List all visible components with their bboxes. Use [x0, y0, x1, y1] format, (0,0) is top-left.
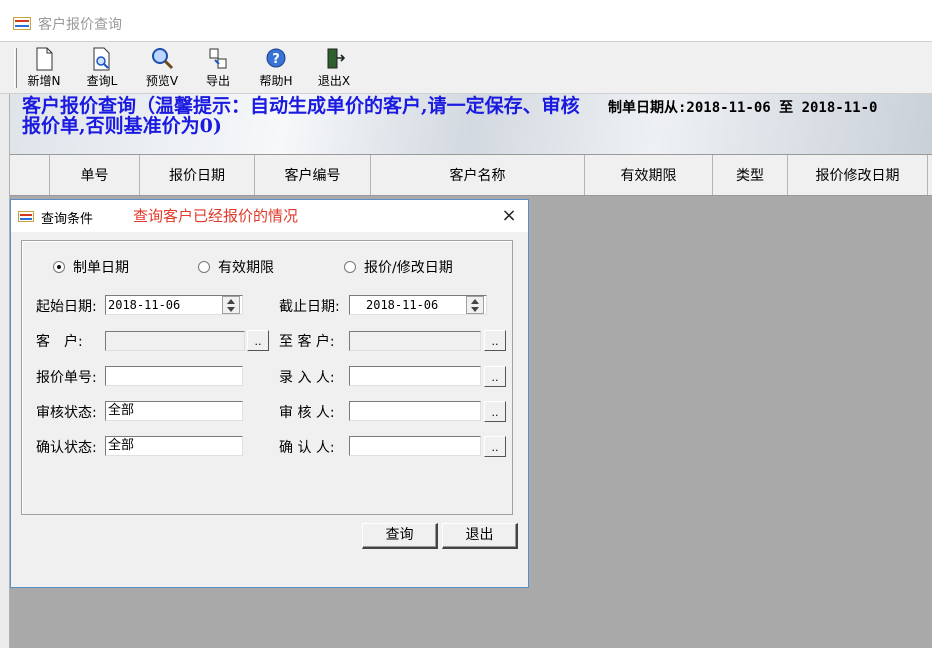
audit-status-label: 审核状态:	[36, 405, 97, 421]
entry-person-browse-button[interactable]: ..	[484, 366, 506, 387]
exit-button-label: 退出X	[317, 74, 351, 88]
preview-button[interactable]: 预览V	[140, 46, 184, 92]
close-icon[interactable]: ×	[495, 204, 523, 228]
page-title: 客户报价查询（温馨提示：自动生成单价的客户,请一定保存、审核报价单,否则基准价为…	[22, 95, 580, 137]
to-customer-label: 至 客 户:	[279, 334, 335, 350]
customer-browse-button[interactable]: ..	[247, 330, 269, 351]
help-icon: ?	[266, 48, 286, 68]
quote-number-label: 报价单号:	[36, 370, 97, 386]
help-button[interactable]: ? 帮助H	[254, 46, 298, 92]
dialog-title: 查询条件	[41, 212, 94, 227]
help-button-label: 帮助H	[259, 74, 293, 88]
radio-valid-period-label: 有效期限	[218, 260, 274, 276]
date-range-text: 制单日期从:2018-11-06 至 2018-11-0	[608, 100, 878, 116]
grid-col-indicator[interactable]	[10, 155, 50, 195]
customer-input[interactable]	[105, 331, 245, 351]
confirm-status-select[interactable]: 全部	[105, 436, 243, 456]
new-button[interactable]: 新增N	[24, 46, 64, 92]
grid-col-modify-date[interactable]: 报价修改日期	[788, 155, 928, 195]
radio-unchecked-icon	[198, 261, 210, 273]
radio-modify-date-label: 报价/修改日期	[364, 260, 453, 276]
app-logo-icon	[13, 17, 31, 30]
dialog-title-bar: 查询条件 查询客户已经报价的情况 ×	[11, 200, 528, 232]
radio-checked-icon	[53, 261, 65, 273]
window-title: 客户报价查询	[38, 17, 122, 33]
left-panel-edge	[0, 94, 10, 648]
export-icon	[209, 48, 227, 69]
magnifier-icon	[152, 48, 174, 70]
window-title-bar: 客户报价查询	[0, 0, 932, 42]
toolbar: 新增N 查询L 预览V 导出 ? 帮助H 退出X	[0, 42, 932, 94]
grid-col-type[interactable]: 类型	[713, 155, 788, 195]
grid-col-number[interactable]: 单号	[50, 155, 140, 195]
exit-door-icon	[327, 48, 346, 69]
dialog-app-icon	[18, 211, 34, 222]
grid-header: 单号 报价日期 客户编号 客户名称 有效期限 类型 报价修改日期	[10, 154, 932, 196]
dialog-hint: 查询客户已经报价的情况	[133, 207, 299, 225]
grid-col-customer-name[interactable]: 客户名称	[371, 155, 585, 195]
export-button-label: 导出	[205, 74, 230, 88]
quote-number-input[interactable]	[105, 366, 243, 386]
auditor-label: 审 核 人:	[279, 405, 335, 421]
auditor-browse-button[interactable]: ..	[484, 401, 506, 422]
header-banner: 客户报价查询（温馨提示：自动生成单价的客户,请一定保存、审核报价单,否则基准价为…	[10, 94, 932, 154]
query-submit-button[interactable]: 查询	[362, 523, 438, 549]
customer-label: 客 户:	[36, 334, 83, 350]
confirm-status-label: 确认状态:	[36, 440, 97, 456]
auditor-input[interactable]	[349, 401, 481, 421]
end-date-spinner[interactable]	[466, 296, 484, 314]
radio-create-date-label: 制单日期	[73, 260, 129, 276]
exit-button[interactable]: 退出X	[312, 46, 356, 92]
query-button-label: 查询L	[86, 74, 118, 88]
new-button-label: 新增N	[27, 74, 61, 88]
preview-button-label: 预览V	[145, 74, 179, 88]
search-document-icon	[93, 47, 110, 71]
grid-col-customer-code[interactable]: 客户编号	[255, 155, 371, 195]
start-date-label: 起始日期:	[36, 299, 97, 315]
radio-valid-period[interactable]: 有效期限	[198, 257, 274, 277]
end-date-label: 截止日期:	[279, 299, 340, 315]
grid-col-valid-period[interactable]: 有效期限	[585, 155, 713, 195]
audit-status-select[interactable]: 全部	[105, 401, 243, 421]
query-conditions-dialog: 查询条件 查询客户已经报价的情况 × 制单日期 有效期限 报价/修改日期 起始日…	[10, 199, 529, 588]
radio-unchecked-icon	[344, 261, 356, 273]
to-customer-browse-button[interactable]: ..	[484, 330, 506, 351]
radio-create-date[interactable]: 制单日期	[53, 257, 129, 277]
confirmer-label: 确 认 人:	[279, 440, 335, 456]
new-document-icon	[36, 47, 53, 71]
toolbar-grip[interactable]	[14, 48, 17, 88]
grid-col-quote-date[interactable]: 报价日期	[140, 155, 255, 195]
query-button[interactable]: 查询L	[80, 46, 124, 92]
start-date-spinner[interactable]	[222, 296, 240, 314]
export-button[interactable]: 导出	[198, 46, 238, 92]
radio-modify-date[interactable]: 报价/修改日期	[344, 257, 453, 277]
confirmer-browse-button[interactable]: ..	[484, 436, 506, 457]
entry-person-input[interactable]	[349, 366, 481, 386]
confirmer-input[interactable]	[349, 436, 481, 456]
entry-person-label: 录 入 人:	[279, 370, 335, 386]
svg-text:?: ?	[272, 52, 280, 67]
to-customer-input[interactable]	[349, 331, 481, 351]
dialog-exit-button[interactable]: 退出	[442, 523, 518, 549]
